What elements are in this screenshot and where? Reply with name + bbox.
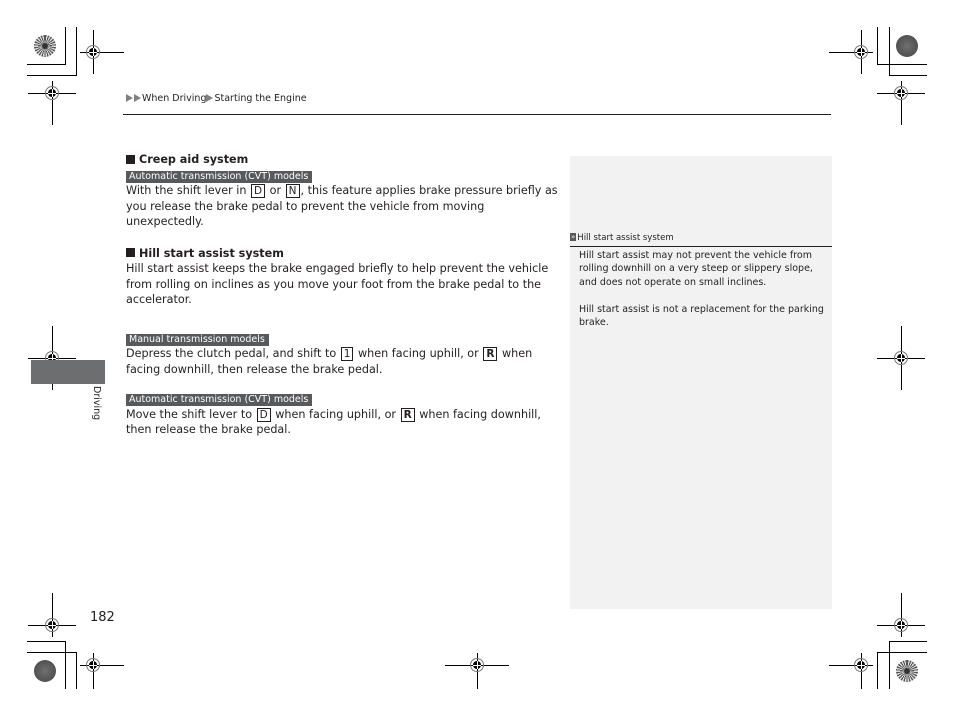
crop-mark <box>889 641 927 642</box>
crop-mark <box>76 652 77 689</box>
square-bullet-icon <box>126 154 135 164</box>
color-rosette-icon <box>34 35 56 57</box>
main-content: Creep aid system Automatic transmission … <box>126 152 558 438</box>
arrow-right-icon <box>126 94 133 102</box>
section-heading: Creep aid system <box>126 152 558 168</box>
sidebar-body: Hill start assist may not prevent the ve… <box>579 249 827 343</box>
page-number: 182 <box>90 610 115 625</box>
model-tag: Manual transmission models <box>126 333 269 346</box>
sidebar-notes: » Hill start assist system Hill start ass… <box>570 156 832 609</box>
header-rule <box>123 114 831 115</box>
crop-mark <box>889 75 927 76</box>
crop-mark <box>76 27 77 75</box>
gear-key-r: R <box>483 347 498 361</box>
crop-mark <box>889 641 890 689</box>
manual-block: Manual transmission models Depress the c… <box>126 331 558 378</box>
gear-key-d: D <box>251 184 266 198</box>
crop-mark <box>65 641 66 689</box>
sidebar-paragraph: Hill start assist may not prevent the ve… <box>579 250 813 288</box>
section-heading: Hill start assist system <box>126 246 558 262</box>
paragraph: Move the shift lever to D when facing up… <box>126 407 541 436</box>
gear-key-1: 1 <box>340 347 354 361</box>
gear-key-n: N <box>285 184 300 198</box>
paragraph: With the shift lever in D or N, this fea… <box>126 184 558 228</box>
crop-mark <box>877 652 878 689</box>
breadcrumb-item[interactable]: Starting the Engine <box>214 93 306 104</box>
breadcrumb-item[interactable]: When Driving <box>142 93 206 104</box>
section-creep-aid: Creep aid system Automatic transmission … <box>126 152 558 230</box>
section-hill-start-assist: Hill start assist system Hill start assi… <box>126 246 558 438</box>
model-tag: Automatic transmission (CVT) models <box>126 170 313 183</box>
color-disc-icon <box>896 35 918 57</box>
crop-mark <box>27 75 77 76</box>
model-tag: Automatic transmission (CVT) models <box>126 394 313 406</box>
crop-mark <box>27 652 77 653</box>
paragraph: Hill start assist keeps the brake engage… <box>126 262 549 306</box>
color-disc-icon <box>34 660 56 682</box>
chapter-label: Driving <box>91 386 102 421</box>
breadcrumb: When Driving Starting the Engine <box>126 93 307 104</box>
crop-mark <box>877 64 927 65</box>
cvt-block: Automatic transmission (CVT) models Move… <box>126 391 558 438</box>
sidebar-heading: » Hill start assist system <box>570 233 674 243</box>
gear-key-d: D <box>256 407 271 422</box>
arrow-right-icon <box>134 94 141 102</box>
sidebar-paragraph: Hill start assist is not a replacement f… <box>579 303 824 329</box>
chapter-tab[interactable] <box>31 360 105 384</box>
paragraph: Depress the clutch pedal, and shift to 1… <box>126 347 533 376</box>
crop-mark <box>877 652 927 653</box>
sidebar-rule <box>570 246 832 247</box>
color-rosette-icon <box>896 660 918 682</box>
crop-mark <box>65 27 66 64</box>
double-chevron-icon: » <box>570 233 577 241</box>
crop-mark <box>889 27 890 75</box>
square-bullet-icon <box>126 248 135 257</box>
crop-mark <box>27 641 66 642</box>
crop-mark <box>877 27 878 64</box>
arrow-right-icon <box>206 94 214 102</box>
crop-mark <box>27 64 66 65</box>
gear-key-r: R <box>400 407 415 422</box>
